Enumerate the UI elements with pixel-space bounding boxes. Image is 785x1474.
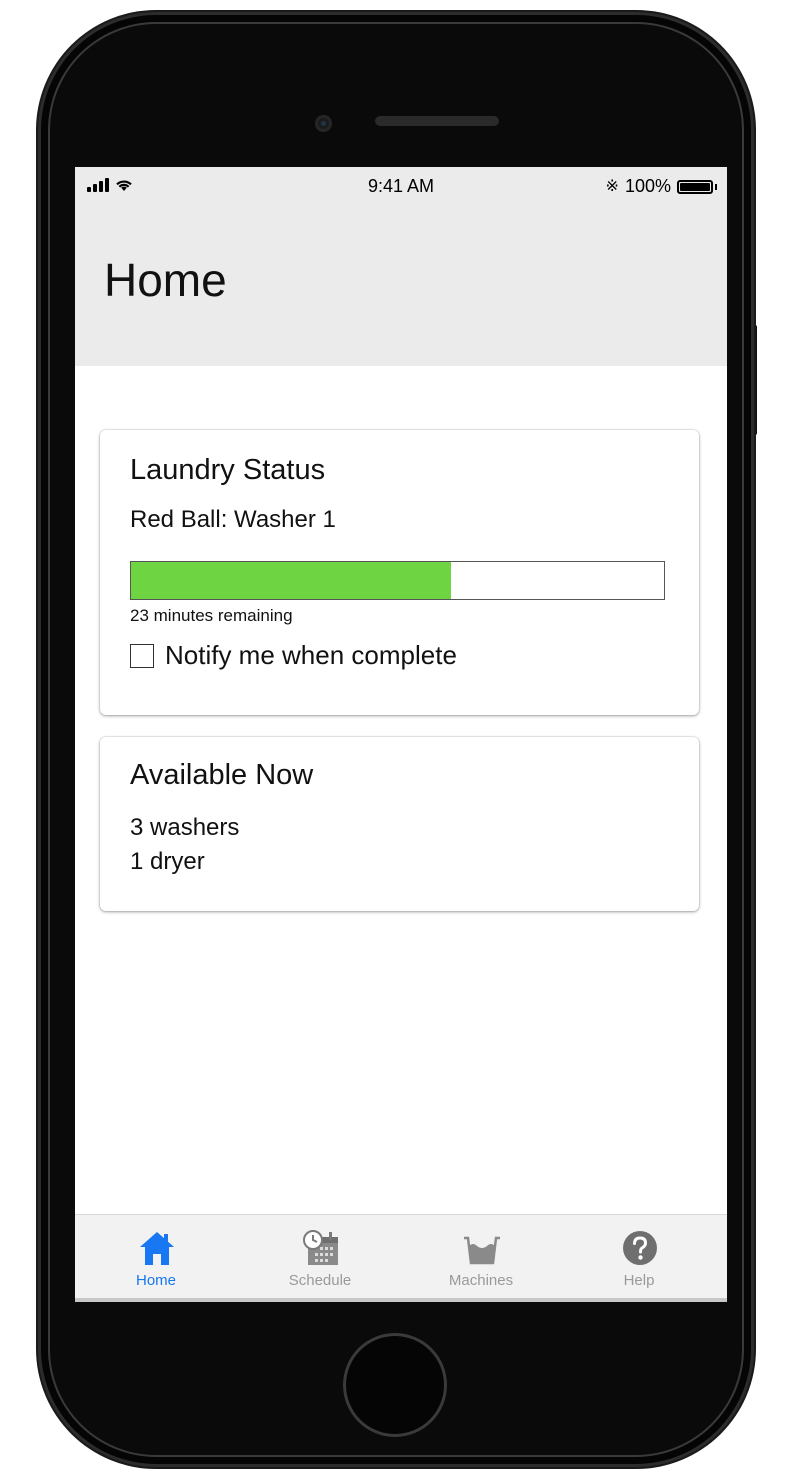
battery-nub [715, 183, 717, 190]
screen-bottom-strip [75, 1298, 727, 1302]
question-circle-icon [623, 1231, 657, 1265]
page-title: Home [104, 254, 227, 306]
tab-schedule-label: Schedule [288, 1272, 352, 1289]
tab-home-label: Home [135, 1272, 176, 1289]
status-right: ※ 100% [606, 176, 717, 197]
calendar-clock-icon [303, 1230, 338, 1265]
earpiece-speaker [375, 116, 499, 126]
home-hardware-button[interactable] [343, 1333, 447, 1437]
laundry-progress-fill [131, 562, 451, 599]
notify-checkbox[interactable] [130, 643, 154, 668]
tab-home[interactable]: Home [96, 1215, 216, 1299]
available-now-card: Available Now 3 washers 1 dryer [100, 737, 699, 911]
available-now-title: Available Now [130, 759, 314, 791]
notify-label: Notify me when complete [165, 640, 457, 670]
machine-label: Red Ball: Washer 1 [130, 506, 336, 533]
tab-schedule[interactable]: Schedule [260, 1215, 380, 1299]
battery-level [680, 182, 710, 191]
bluetooth-icon: ※ [605, 177, 619, 195]
washers-available: 3 washers [130, 814, 240, 841]
battery-percent: 100% [624, 176, 671, 196]
front-camera [315, 115, 332, 132]
dryers-available: 1 dryer [130, 848, 205, 875]
battery-icon [677, 179, 713, 194]
home-icon [140, 1232, 174, 1265]
laundry-status-card: Laundry Status Red Ball: Washer 1 23 min… [100, 430, 699, 715]
washtub-icon [464, 1236, 500, 1265]
status-bar: 9:41 AM ※ 100% [75, 167, 727, 207]
tab-machines[interactable]: Machines [421, 1215, 541, 1299]
laundry-progress-bar [130, 561, 665, 600]
notify-option[interactable]: Notify me when complete [130, 640, 457, 671]
time-remaining: 23 minutes remaining [130, 606, 293, 625]
tab-machines-label: Machines [448, 1272, 514, 1289]
tab-help[interactable]: Help [579, 1215, 699, 1299]
tab-help-label: Help [623, 1272, 655, 1289]
app-screen: 9:41 AM ※ 100% Home Laundry Status Red B… [75, 167, 727, 1302]
tab-bar: Home Schedule Machines Help [75, 1214, 727, 1299]
laundry-status-title: Laundry Status [130, 454, 326, 486]
